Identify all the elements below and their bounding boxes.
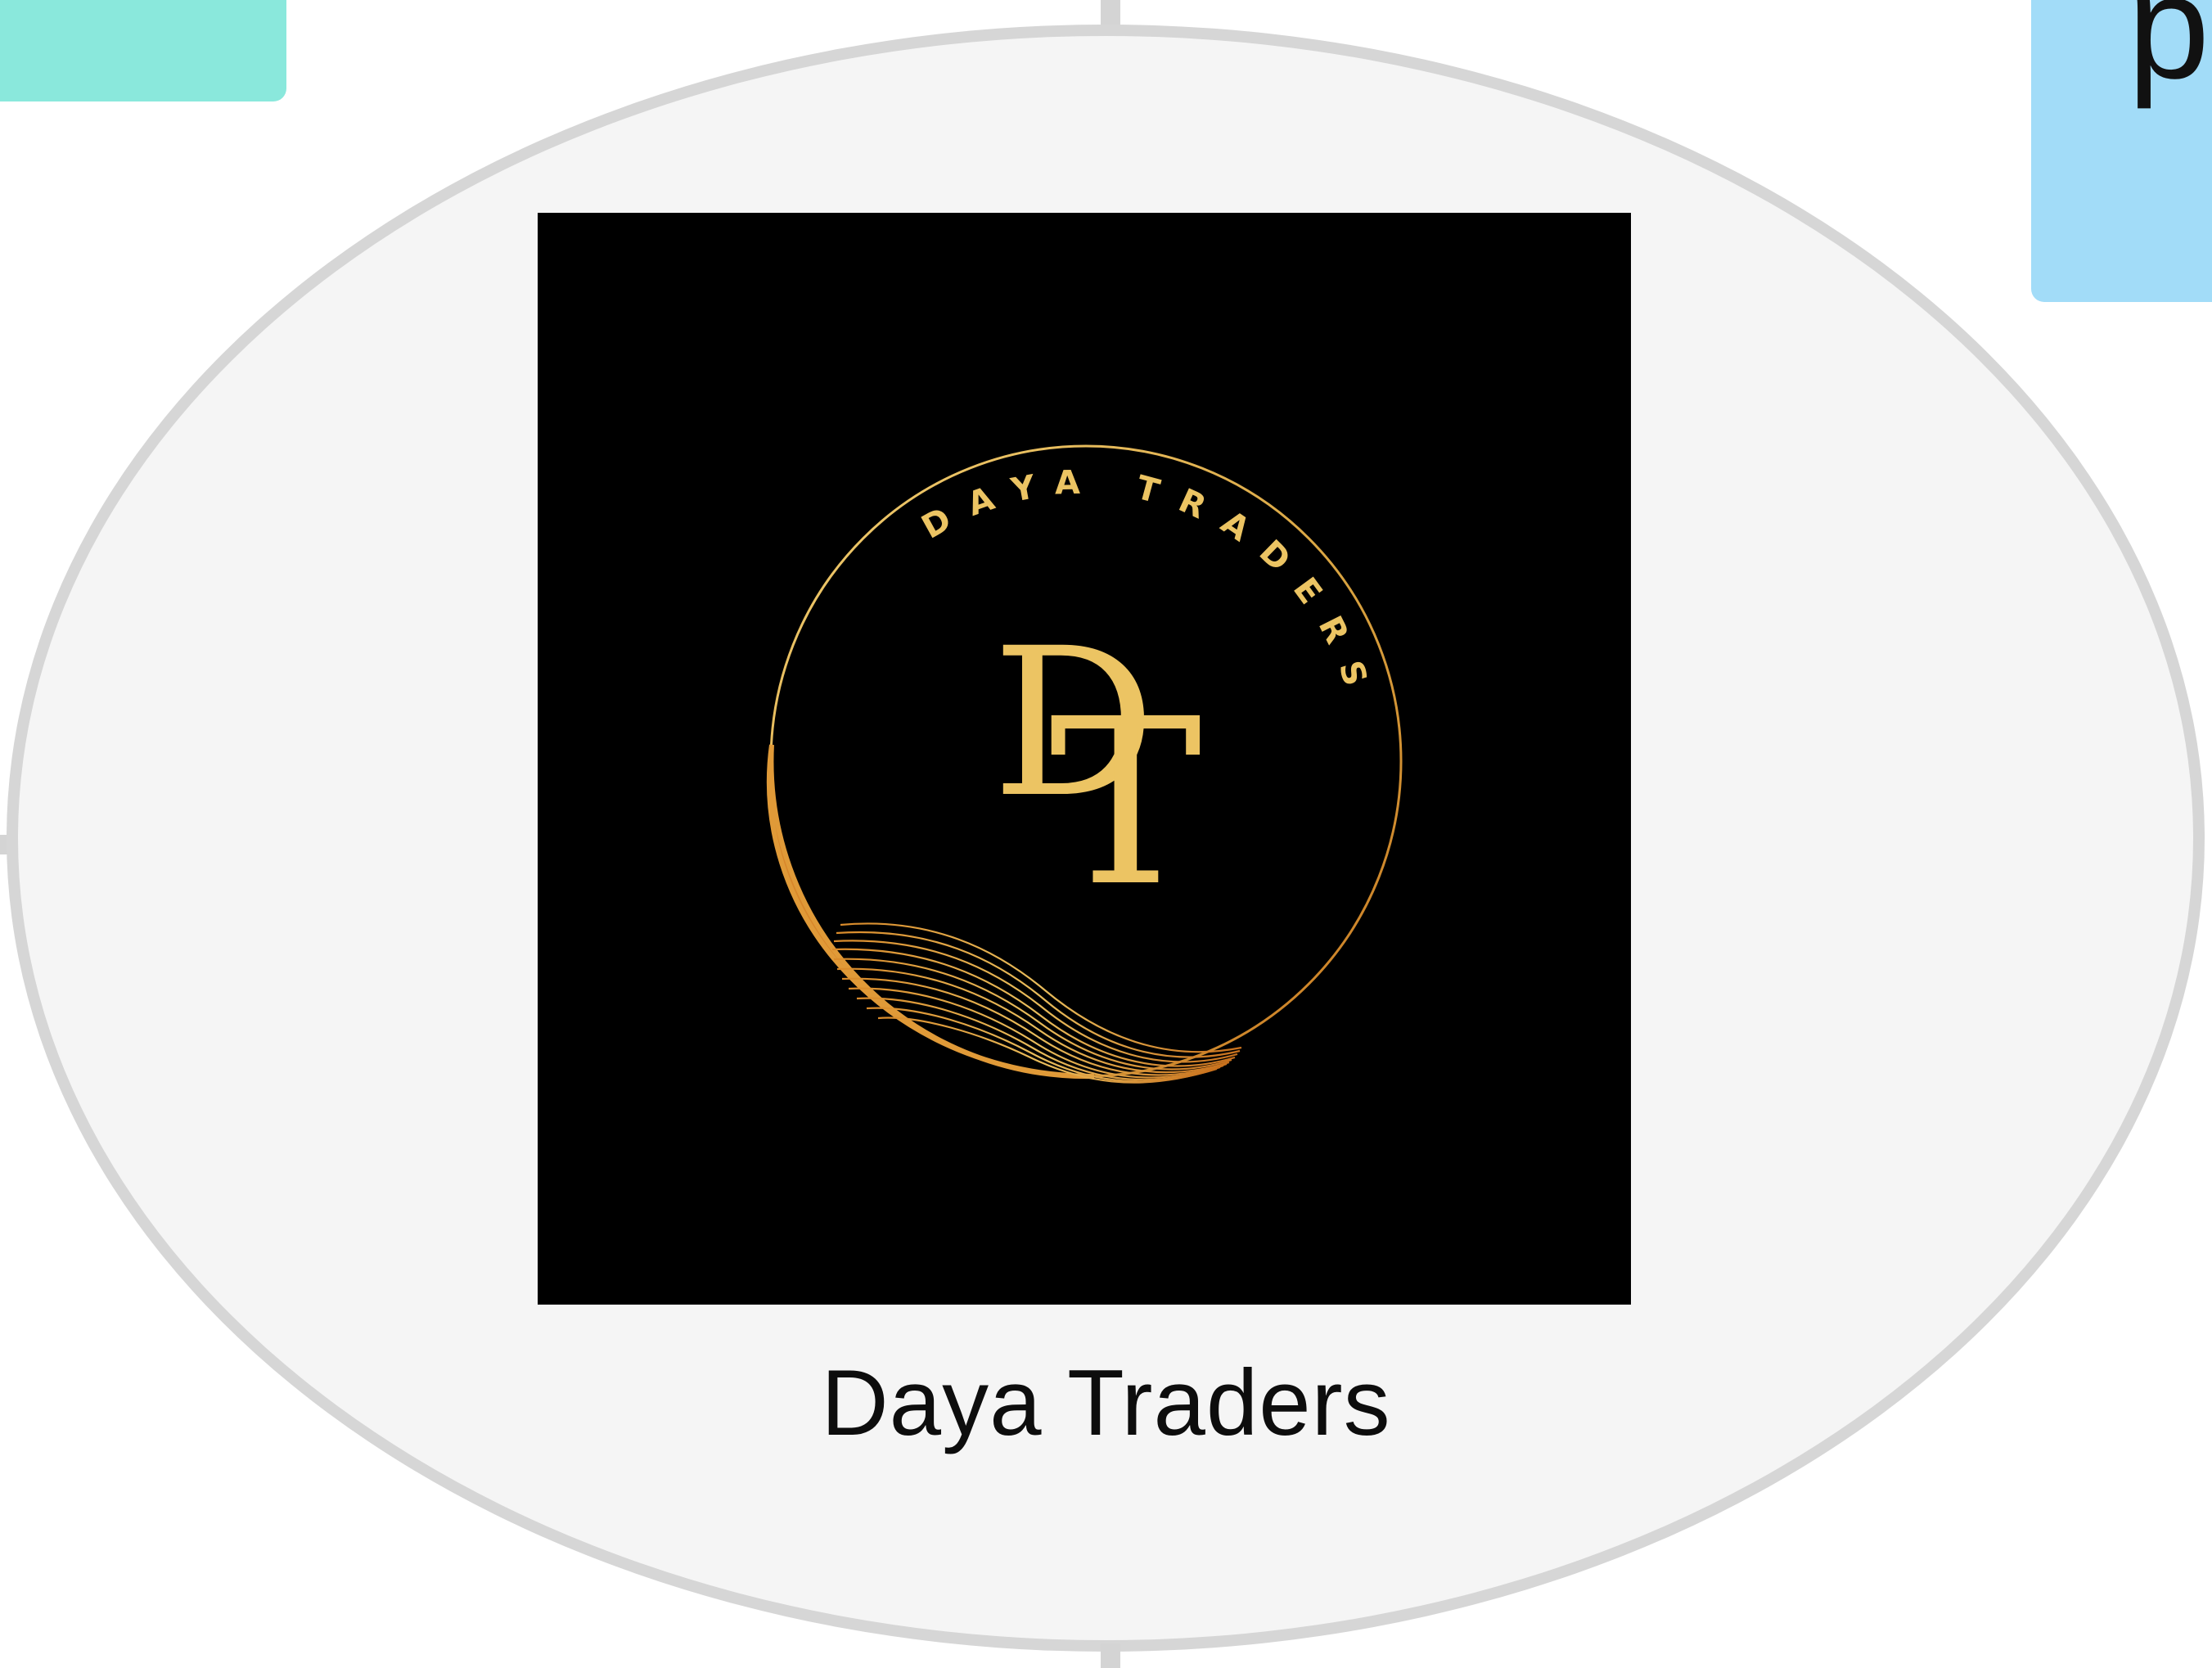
logo-monogram-t: T — [1049, 670, 1203, 937]
logo-wave-lines — [831, 922, 1242, 1084]
logo-graphic: DAYA TRADERS D T — [766, 444, 1403, 1084]
bottom-connector — [1101, 1643, 1120, 1668]
teal-node[interactable] — [0, 0, 286, 101]
node-label: Daya Traders — [821, 1351, 1391, 1455]
blue-node-label: p — [2128, 0, 2210, 110]
diagram-canvas: p DAYA TRADERS D T Daya Traders — [0, 0, 2212, 1668]
daya-traders-logo: DAYA TRADERS D T — [538, 213, 1631, 1305]
top-connector — [1101, 0, 1120, 28]
blue-node[interactable]: p — [2031, 0, 2212, 302]
